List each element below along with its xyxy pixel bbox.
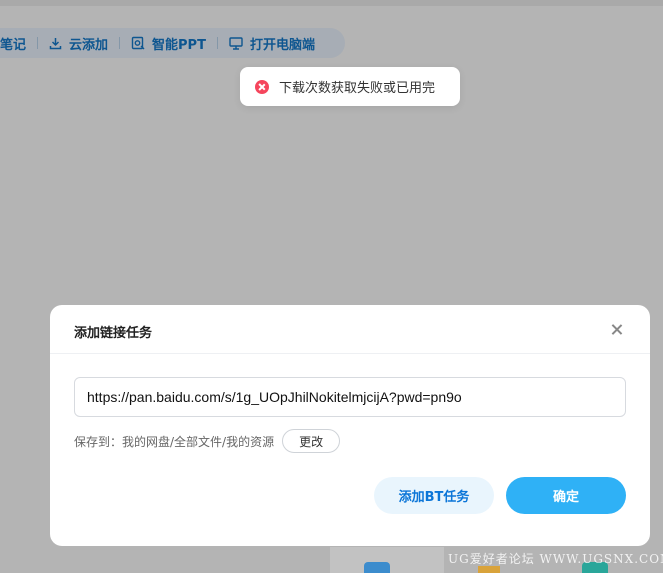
toolbar-divider <box>216 37 218 49</box>
download-icon <box>49 37 62 49</box>
confirm-button[interactable]: 确定 <box>506 477 626 514</box>
close-icon[interactable] <box>606 319 628 341</box>
dialog-divider <box>50 353 650 354</box>
save-label: 保存到： <box>74 434 123 449</box>
toolbar-item-open-desktop[interactable]: 打开电脑端 <box>229 34 315 53</box>
link-url-input[interactable] <box>74 377 626 417</box>
toolbar: 笔记 云添加 智能PPT 打开电脑端 <box>0 28 345 58</box>
toolbar-item-notes[interactable]: 笔记 <box>0 34 26 53</box>
toolbar-item-label: 智能PPT <box>152 37 206 53</box>
save-path: 我的网盘/全部文件/我的资源 <box>122 434 275 449</box>
dialog-title: 添加链接任务 <box>74 326 153 341</box>
watermark: UG爱好者论坛 WWW.UGSNX.COM <box>448 552 663 566</box>
folder-icon <box>478 566 500 573</box>
toolbar-item-label: 笔记 <box>0 37 27 53</box>
add-link-dialog: 添加链接任务 保存到： 我的网盘/全部文件/我的资源 更改 添加BT任务 确定 <box>50 305 650 546</box>
toolbar-divider <box>37 37 39 49</box>
toolbar-item-cloud-add[interactable]: 云添加 <box>49 34 108 53</box>
add-bt-task-button[interactable]: 添加BT任务 <box>374 477 494 514</box>
error-icon <box>255 79 269 94</box>
save-location-row: 保存到： 我的网盘/全部文件/我的资源 更改 <box>74 429 341 453</box>
ppt-icon <box>131 36 145 50</box>
toast-message: 下载次数获取失败或已用完 <box>279 81 436 96</box>
change-location-button[interactable]: 更改 <box>282 429 341 453</box>
toolbar-divider <box>119 37 121 49</box>
top-bar <box>0 0 663 6</box>
monitor-icon <box>229 36 243 50</box>
toolbar-item-label: 云添加 <box>69 37 109 53</box>
toolbar-item-smart-ppt[interactable]: 智能PPT <box>131 34 206 53</box>
error-toast: 下载次数获取失败或已用完 <box>240 67 460 106</box>
file-icon <box>364 562 390 573</box>
toolbar-item-label: 打开电脑端 <box>249 37 315 53</box>
